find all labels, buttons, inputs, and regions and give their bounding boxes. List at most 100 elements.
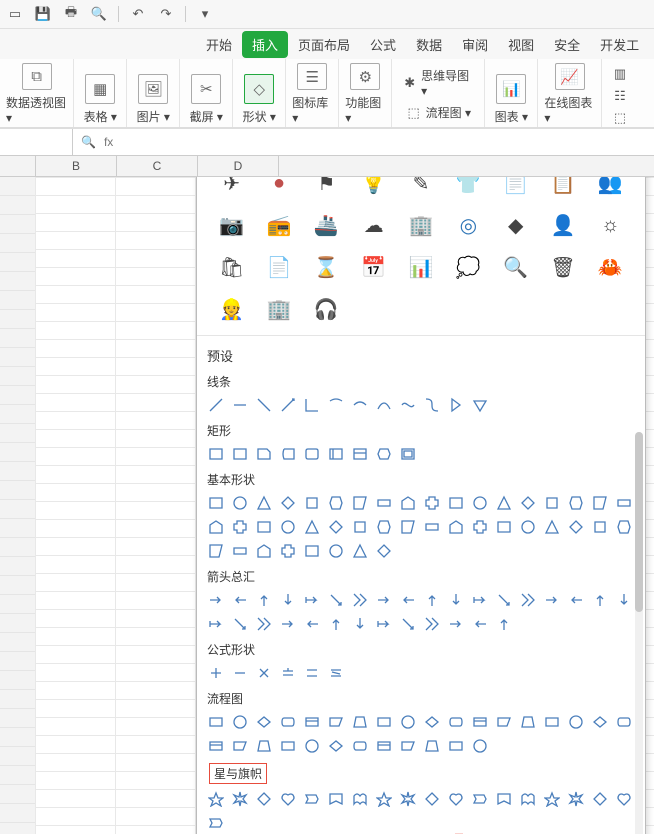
rect-shape-0[interactable] — [207, 445, 225, 463]
basic-shape-19[interactable] — [231, 518, 249, 536]
flow-shape-2[interactable] — [255, 713, 273, 731]
star-shape-11[interactable] — [471, 790, 489, 808]
row-header[interactable] — [0, 519, 36, 538]
arrow-shape-1[interactable] — [231, 591, 249, 609]
rec-icon-16[interactable]: 👤 — [542, 211, 583, 239]
panel-scrollbar[interactable] — [635, 432, 643, 834]
rec-icon-17[interactable]: ☼ — [590, 211, 631, 239]
arrow-shape-7[interactable] — [375, 591, 393, 609]
row-header[interactable] — [0, 576, 36, 595]
flow-shape-14[interactable] — [543, 713, 561, 731]
rec-icon-18[interactable]: 🛍 — [211, 253, 252, 281]
basic-shape-40[interactable] — [303, 542, 321, 560]
star-shape-1[interactable] — [231, 790, 249, 808]
col-header-D[interactable]: D — [198, 156, 279, 176]
arrow-shape-16[interactable] — [591, 591, 609, 609]
ribbon-func[interactable]: ⚙功能图 ▾ — [339, 59, 392, 127]
row-header[interactable] — [0, 367, 36, 386]
rect-shape-4[interactable] — [303, 445, 321, 463]
basic-shape-31[interactable] — [519, 518, 537, 536]
line-shape-4[interactable] — [303, 396, 321, 414]
star-shape-18[interactable] — [207, 814, 225, 832]
rec-icon-4[interactable]: ✎ — [400, 177, 441, 197]
flow-shape-7[interactable] — [375, 713, 393, 731]
basic-shape-30[interactable] — [495, 518, 513, 536]
tab-6[interactable]: 视图 — [498, 30, 544, 59]
flow-shape-23[interactable] — [327, 737, 345, 755]
rec-icon-29[interactable]: 🎧 — [306, 295, 347, 323]
line-shape-7[interactable] — [375, 396, 393, 414]
row-header[interactable] — [0, 557, 36, 576]
row-header[interactable] — [0, 177, 36, 196]
arrow-shape-6[interactable] — [351, 591, 369, 609]
rect-shape-6[interactable] — [351, 445, 369, 463]
row-header[interactable] — [0, 215, 36, 234]
flow-shape-19[interactable] — [231, 737, 249, 755]
basic-shape-42[interactable] — [351, 542, 369, 560]
rec-icon-14[interactable]: ◎ — [448, 211, 489, 239]
ribbon-mind[interactable]: ✱思维导图 ▾ — [398, 65, 478, 100]
arrow-shape-26[interactable] — [399, 615, 417, 633]
fx-label[interactable]: fx — [104, 135, 113, 149]
basic-shape-33[interactable] — [567, 518, 585, 536]
flow-shape-10[interactable] — [447, 713, 465, 731]
name-box[interactable] — [0, 129, 73, 155]
basic-shape-38[interactable] — [255, 542, 273, 560]
rect-shape-7[interactable] — [375, 445, 393, 463]
arrow-shape-29[interactable] — [471, 615, 489, 633]
basic-shape-10[interactable] — [447, 494, 465, 512]
flow-shape-5[interactable] — [327, 713, 345, 731]
rec-icon-2[interactable]: ⚑ — [306, 177, 347, 197]
rec-icon-1[interactable]: ● — [258, 177, 299, 197]
star-shape-4[interactable] — [303, 790, 321, 808]
rec-icon-7[interactable]: 📋 — [542, 177, 583, 197]
flow-shape-21[interactable] — [279, 737, 297, 755]
ribbon-extra-1[interactable]: ☷ — [608, 86, 632, 106]
star-shape-9[interactable] — [423, 790, 441, 808]
arrow-shape-4[interactable] — [303, 591, 321, 609]
star-shape-2[interactable] — [255, 790, 273, 808]
rect-shape-3[interactable] — [279, 445, 297, 463]
arrow-shape-13[interactable] — [519, 591, 537, 609]
arrow-shape-12[interactable] — [495, 591, 513, 609]
rect-shape-8[interactable] — [399, 445, 417, 463]
spreadsheet-grid[interactable]: 稻壳图标推荐 更多 > ✈●⚑💡✎👕📄📋👥📷📻🚢☁🏢◎◆👤☼🛍📄⌛📅📊💭🔍🗑🦀👷… — [0, 177, 654, 834]
flow-shape-3[interactable] — [279, 713, 297, 731]
star-shape-0[interactable] — [207, 790, 225, 808]
star-shape-14[interactable] — [543, 790, 561, 808]
tab-7[interactable]: 安全 — [544, 30, 590, 59]
flow-shape-25[interactable] — [375, 737, 393, 755]
eq-shape-3[interactable] — [279, 664, 297, 682]
row-header[interactable] — [0, 652, 36, 671]
redo-icon[interactable]: ↷ — [157, 5, 175, 23]
rec-icon-27[interactable]: 👷 — [211, 295, 252, 323]
flow-shape-22[interactable] — [303, 737, 321, 755]
basic-shape-27[interactable] — [423, 518, 441, 536]
ribbon-pic[interactable]: 🖼图片 ▾ — [127, 59, 180, 127]
line-shape-1[interactable] — [231, 396, 249, 414]
undo-icon[interactable]: ↶ — [129, 5, 147, 23]
row-header[interactable] — [0, 728, 36, 747]
row-header[interactable] — [0, 234, 36, 253]
line-shape-2[interactable] — [255, 396, 273, 414]
arrow-shape-15[interactable] — [567, 591, 585, 609]
line-shape-8[interactable] — [399, 396, 417, 414]
basic-shape-7[interactable] — [375, 494, 393, 512]
basic-shape-23[interactable] — [327, 518, 345, 536]
row-header[interactable] — [0, 709, 36, 728]
ribbon-extra-0[interactable]: ▥ — [608, 64, 632, 84]
rec-icon-28[interactable]: 🏢 — [258, 295, 299, 323]
star-shape-15[interactable] — [567, 790, 585, 808]
rect-shape-2[interactable] — [255, 445, 273, 463]
eq-shape-0[interactable] — [207, 664, 225, 682]
flow-shape-13[interactable] — [519, 713, 537, 731]
tab-3[interactable]: 公式 — [360, 30, 406, 59]
basic-shape-16[interactable] — [591, 494, 609, 512]
scroll-thumb[interactable] — [635, 432, 643, 612]
save-icon[interactable]: 💾 — [34, 5, 52, 23]
rec-icon-8[interactable]: 👥 — [590, 177, 631, 197]
rec-icon-6[interactable]: 📄 — [495, 177, 536, 197]
basic-shape-13[interactable] — [519, 494, 537, 512]
arrow-shape-27[interactable] — [423, 615, 441, 633]
ribbon-pivot[interactable]: ⧉数据透视图 ▾ — [0, 59, 74, 127]
